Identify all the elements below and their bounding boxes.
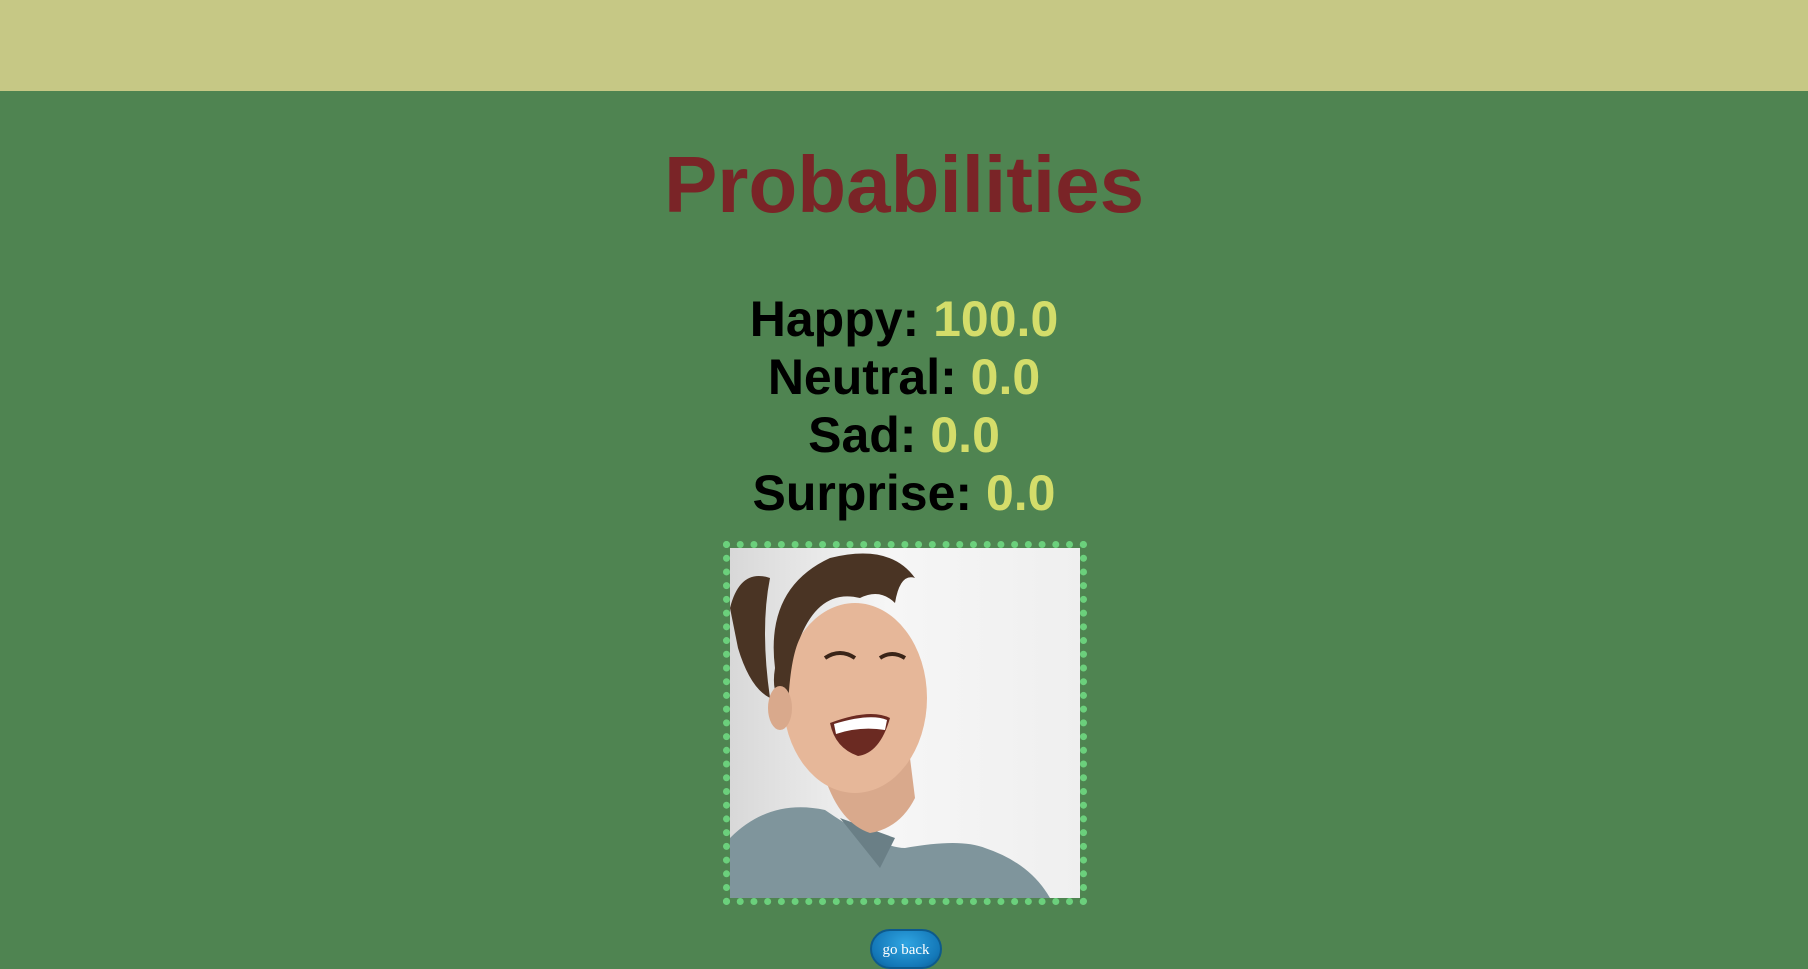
probabilities-list: Happy: 100.0 Neutral: 0.0 Sad: 0.0 Surpr… — [0, 290, 1808, 522]
page-title: Probabilities — [663, 140, 1145, 229]
probability-label: Neutral: — [767, 349, 957, 405]
probability-value: 0.0 — [930, 407, 1000, 463]
person-photo — [730, 548, 1080, 898]
top-banner — [0, 0, 1808, 91]
probability-label: Happy: — [749, 291, 920, 347]
probability-surprise: Surprise: 0.0 — [0, 464, 1808, 522]
probability-value: 100.0 — [933, 291, 1059, 347]
probability-happy: Happy: 100.0 — [0, 290, 1808, 348]
probability-value: 0.0 — [970, 349, 1041, 405]
probability-label: Surprise: — [752, 465, 973, 521]
probability-label: Sad: — [808, 407, 917, 463]
person-photo-icon — [730, 553, 1050, 898]
probability-value: 0.0 — [985, 465, 1056, 521]
probability-sad: Sad: 0.0 — [0, 406, 1808, 464]
photo-frame — [723, 541, 1087, 905]
probability-neutral: Neutral: 0.0 — [0, 348, 1808, 406]
go-back-button[interactable]: go back — [870, 929, 942, 969]
